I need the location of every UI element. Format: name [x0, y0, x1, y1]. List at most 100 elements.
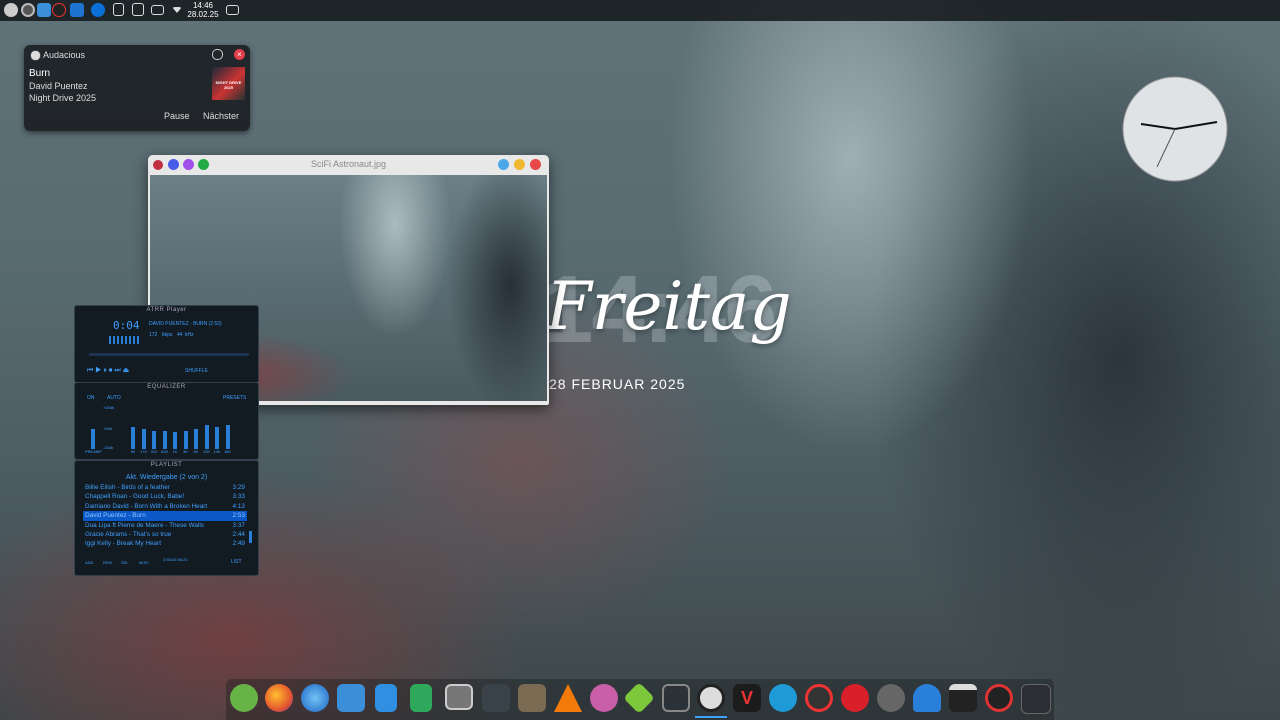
- eq-band-slider[interactable]: [152, 431, 156, 449]
- playlist-title: PLAYLIST: [150, 462, 183, 468]
- playlist-list-button[interactable]: LIST: [231, 559, 242, 565]
- player-marquee: DAVID PUENTEZ - BURN (2:53): [149, 321, 222, 327]
- disk-icon[interactable]: [662, 684, 690, 712]
- next-button[interactable]: Nächster: [203, 111, 239, 121]
- eq-band-label: 6K: [193, 449, 199, 454]
- player-controls[interactable]: ⏮ ▶ ⏸ ⏹ ⏭ ⏏: [87, 366, 129, 375]
- calc-icon[interactable]: [410, 684, 432, 712]
- eq-band-slider[interactable]: [162, 431, 167, 449]
- eq-band-slider[interactable]: [204, 425, 209, 449]
- spectrum-visualizer: [109, 336, 139, 344]
- playlist-button-misc[interactable]: MISC: [139, 560, 149, 565]
- mint-menu-icon[interactable]: [230, 684, 258, 712]
- clipboard-icon[interactable]: [113, 3, 124, 16]
- eq-band-slider[interactable]: [194, 429, 198, 449]
- eq-band-label: 1K: [172, 449, 178, 454]
- strawberry-icon[interactable]: [841, 684, 869, 712]
- eq-db-mid: +0db: [103, 426, 113, 431]
- playlist-row[interactable]: Chappell Roan - Good Luck, Babe! 3:33: [83, 492, 247, 501]
- eq-band-slider[interactable]: [131, 427, 135, 449]
- thunderbird-icon[interactable]: [301, 684, 329, 712]
- pause-button[interactable]: Pause: [164, 111, 190, 121]
- clock-app-icon[interactable]: [1021, 684, 1051, 714]
- app-menu-icon[interactable]: [4, 3, 18, 17]
- album-art-text: NIGHT DRIVE 2025: [215, 80, 242, 90]
- eq-band-label: 12K: [202, 449, 211, 454]
- playlist-row-duration: 3:37: [232, 521, 245, 529]
- eq-title: EQUALIZER: [147, 384, 186, 390]
- maximize-icon[interactable]: [514, 159, 525, 170]
- eq-band-label: 170: [140, 449, 147, 454]
- eq-preamp-label: PREAMP: [85, 449, 102, 454]
- system-monitor-icon[interactable]: [445, 684, 473, 710]
- playlist-row[interactable]: Iggi Kelly - Break My Heart 2:49: [83, 539, 247, 548]
- settings-icon[interactable]: [212, 49, 223, 60]
- playlist-row-title: Damiano David - Born With a Broken Heart: [85, 502, 208, 510]
- writer-icon[interactable]: [375, 684, 397, 712]
- playlist-row[interactable]: David Puentez - Burn 2:53: [83, 511, 247, 521]
- equalizer-window[interactable]: EQUALIZER ON AUTO PRESETS +20db +0db -20…: [74, 382, 259, 460]
- headphones-icon[interactable]: [913, 684, 941, 712]
- audacious-icon: [30, 50, 41, 61]
- eq-band-slider[interactable]: [141, 429, 146, 449]
- hp-icon[interactable]: [91, 3, 105, 17]
- display-icon[interactable]: [151, 5, 164, 15]
- player-main-window[interactable]: ATRR Player 0:04 DAVID PUENTEZ - BURN (2…: [74, 305, 259, 383]
- playlist-row[interactable]: Damiano David - Born With a Broken Heart…: [83, 502, 247, 511]
- vivaldi-icon[interactable]: V: [733, 684, 761, 712]
- eq-preamp-slider[interactable]: [91, 429, 95, 449]
- battery-icon[interactable]: [132, 3, 144, 16]
- eq-band-slider[interactable]: [183, 431, 188, 449]
- playlist-row[interactable]: Dua Lipa ft Pierre de Maere - These Wall…: [83, 521, 247, 530]
- playlist-button-add[interactable]: ADD: [85, 560, 93, 565]
- eq-presets-button[interactable]: PRESETS: [223, 395, 246, 401]
- playlist-window[interactable]: PLAYLIST Akt. Wiedergabe (2 von 2) Billi…: [74, 460, 259, 576]
- panel-clock[interactable]: 14:46 28.02.25: [183, 1, 223, 19]
- close-window-icon[interactable]: [530, 159, 541, 170]
- recorder-icon[interactable]: [805, 684, 833, 712]
- timer-icon[interactable]: [21, 3, 35, 17]
- audacious-dock-icon[interactable]: [697, 684, 725, 712]
- eq-band-slider[interactable]: [225, 425, 230, 449]
- vlc-icon[interactable]: [554, 684, 582, 712]
- minimize-icon[interactable]: [498, 159, 509, 170]
- eq-db-top: +20db: [103, 405, 115, 410]
- files-icon[interactable]: [337, 684, 365, 712]
- panel-time: 14:46: [192, 1, 214, 10]
- video-editor-icon[interactable]: [949, 684, 977, 712]
- playlist-button-rem[interactable]: REM: [103, 560, 112, 565]
- remote-desktop-icon[interactable]: [769, 684, 797, 712]
- chevron-down-icon[interactable]: [172, 7, 182, 13]
- playlist-rows: Billie Eilish - Birds of a feather 3:29 Ch…: [83, 483, 247, 549]
- vscode-icon[interactable]: [70, 3, 84, 17]
- eq-auto-button[interactable]: AUTO: [107, 395, 121, 401]
- gimp-icon[interactable]: [518, 684, 546, 712]
- seek-bar[interactable]: [89, 353, 249, 356]
- eq-band-label: 60: [130, 449, 136, 454]
- playlist-button-sel[interactable]: SEL: [121, 560, 129, 565]
- playlist-header: Akt. Wiedergabe (2 von 2): [125, 474, 208, 481]
- playlist-row-title: Chappell Roan - Good Luck, Babe!: [85, 493, 185, 501]
- close-icon[interactable]: ×: [234, 49, 245, 60]
- shuffle-button[interactable]: SHUFFLE: [185, 368, 208, 374]
- eq-band-label: 3K: [183, 449, 188, 454]
- eq-band-slider[interactable]: [215, 427, 219, 449]
- eq-band-slider[interactable]: [173, 432, 177, 449]
- settings-app-icon[interactable]: [482, 684, 510, 712]
- firefox-icon[interactable]: [265, 684, 293, 712]
- power-icon[interactable]: [52, 3, 66, 17]
- playlist-row-title: Iggi Kelly - Break My Heart: [85, 540, 162, 548]
- folder-icon[interactable]: [37, 3, 51, 17]
- playlist-row[interactable]: Gracie Abrams - That's so true 2:44: [83, 530, 247, 539]
- inkscape-icon[interactable]: [590, 684, 618, 712]
- screen-recorder-icon[interactable]: [985, 684, 1013, 712]
- playlist-row[interactable]: Billie Eilish - Birds of a feather 3:29: [83, 483, 247, 492]
- show-desktop-icon[interactable]: [226, 5, 239, 15]
- volume-knob-icon[interactable]: [877, 684, 905, 712]
- player-title: ATRR Player: [146, 307, 187, 313]
- eq-band-label: 600: [161, 449, 168, 454]
- eq-on-button[interactable]: ON: [87, 395, 95, 401]
- player-kbps: 172: [149, 332, 158, 338]
- media-notification: Audacious × Burn David Puentez Night Dri…: [24, 45, 250, 131]
- playlist-scrollbar[interactable]: [249, 531, 252, 543]
